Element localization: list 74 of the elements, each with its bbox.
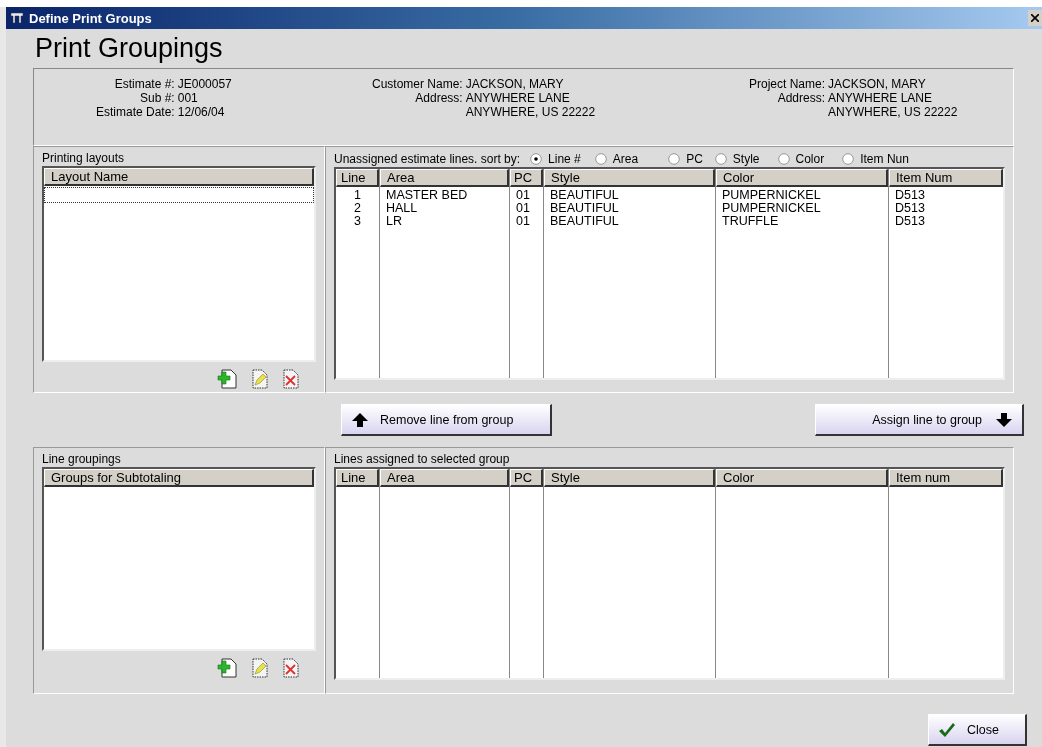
close-button[interactable] <box>1028 10 1042 26</box>
sort-radio[interactable]: Line # <box>530 151 581 166</box>
arrow-down-icon <box>996 412 1012 427</box>
info-value: ANYWHERE LANE <box>828 91 933 105</box>
column-header[interactable]: Area <box>380 169 509 187</box>
sort-radio[interactable]: Area <box>594 151 639 166</box>
table-cell-text: 2 <box>353 202 362 215</box>
column-header[interactable]: Area <box>380 469 509 487</box>
table-cell-text: HALL <box>385 202 419 215</box>
sort-radio[interactable]: Style <box>714 151 760 166</box>
column-header[interactable]: Item Num <box>889 169 1003 187</box>
window-title: Define Print Groups <box>29 10 153 26</box>
table-cell-text: LR <box>385 215 403 228</box>
table-cell-text: BEAUTIFUL <box>549 215 620 228</box>
check-icon <box>939 722 955 737</box>
page-heading: Print Groupings <box>35 32 224 64</box>
table-cell-text: BEAUTIFUL <box>549 189 620 202</box>
info-value: JACKSON, MARY <box>465 77 565 91</box>
arrow-up-icon <box>352 412 368 427</box>
info-value: JE000057 <box>177 77 233 91</box>
table-cell-text: PUMPERNICKEL <box>721 189 822 202</box>
table-cell-text: PUMPERNICKEL <box>721 202 822 215</box>
info-label: Address: <box>776 91 825 105</box>
add-document-icon <box>216 656 240 680</box>
close-dialog-button[interactable]: Close <box>928 714 1027 746</box>
table-cell-text: D513 <box>894 189 926 202</box>
table-cell-text: D513 <box>894 215 926 228</box>
add-document-icon <box>216 367 240 391</box>
info-value: 001 <box>177 91 199 105</box>
info-value: ANYWHERE, US 22222 <box>828 105 959 119</box>
column-header[interactable]: PC <box>510 469 543 487</box>
info-value: ANYWHERE LANE <box>465 91 571 105</box>
assign-line-button[interactable]: Assign line to group <box>815 404 1024 436</box>
info-label: Estimate #: <box>113 77 175 91</box>
table-cell-text: 3 <box>353 215 362 228</box>
column-header[interactable]: Line <box>336 169 379 187</box>
column-header[interactable]: PC <box>510 169 543 187</box>
panel-title: Unassigned estimate lines. sort by: <box>334 150 521 167</box>
info-value: 12/06/04 <box>177 105 226 119</box>
add-button[interactable] <box>216 656 240 680</box>
panel-title: Line groupings <box>42 451 122 467</box>
list-row[interactable] <box>44 187 314 203</box>
column-header[interactable]: Layout Name <box>44 168 314 186</box>
table-cell-text: 01 <box>515 215 531 228</box>
remove-line-button[interactable]: Remove line from group <box>341 404 552 436</box>
info-label: Address: <box>414 91 463 105</box>
column-header[interactable]: Style <box>544 469 715 487</box>
info-label: Estimate Date: <box>95 105 175 119</box>
sort-radio[interactable]: PC <box>668 151 703 166</box>
column-header[interactable]: Color <box>716 169 888 187</box>
panel-title: Printing layouts <box>42 150 126 166</box>
column-header[interactable]: Groups for Subtotaling <box>44 469 314 487</box>
table-cell-text: 01 <box>515 202 531 215</box>
table-cell-text: TRUFFLE <box>721 215 780 228</box>
info-value: ANYWHERE, US 22222 <box>465 105 597 119</box>
info-label: Project Name: <box>747 77 825 91</box>
info-label: Sub #: <box>139 91 175 105</box>
sort-radio[interactable]: Color <box>777 151 825 166</box>
close-icon <box>1031 14 1039 22</box>
table-cell-text: 01 <box>515 189 531 202</box>
column-header[interactable]: Item num <box>889 469 1003 487</box>
add-button[interactable] <box>216 367 240 391</box>
column-header[interactable]: Style <box>544 169 715 187</box>
panel-title: Lines assigned to selected group <box>334 451 511 467</box>
app-icon <box>10 11 24 25</box>
info-value: JACKSON, MARY <box>828 77 927 91</box>
sort-radio[interactable]: Item Nun <box>842 151 909 166</box>
info-label: Customer Name: <box>371 77 463 91</box>
table-cell-text: 1 <box>353 189 362 202</box>
column-header[interactable]: Line <box>336 469 379 487</box>
table-cell-text: BEAUTIFUL <box>549 202 620 215</box>
column-header[interactable]: Color <box>716 469 888 487</box>
table-cell-text: MASTER BED <box>385 189 469 202</box>
table-cell-text: D513 <box>894 202 926 215</box>
